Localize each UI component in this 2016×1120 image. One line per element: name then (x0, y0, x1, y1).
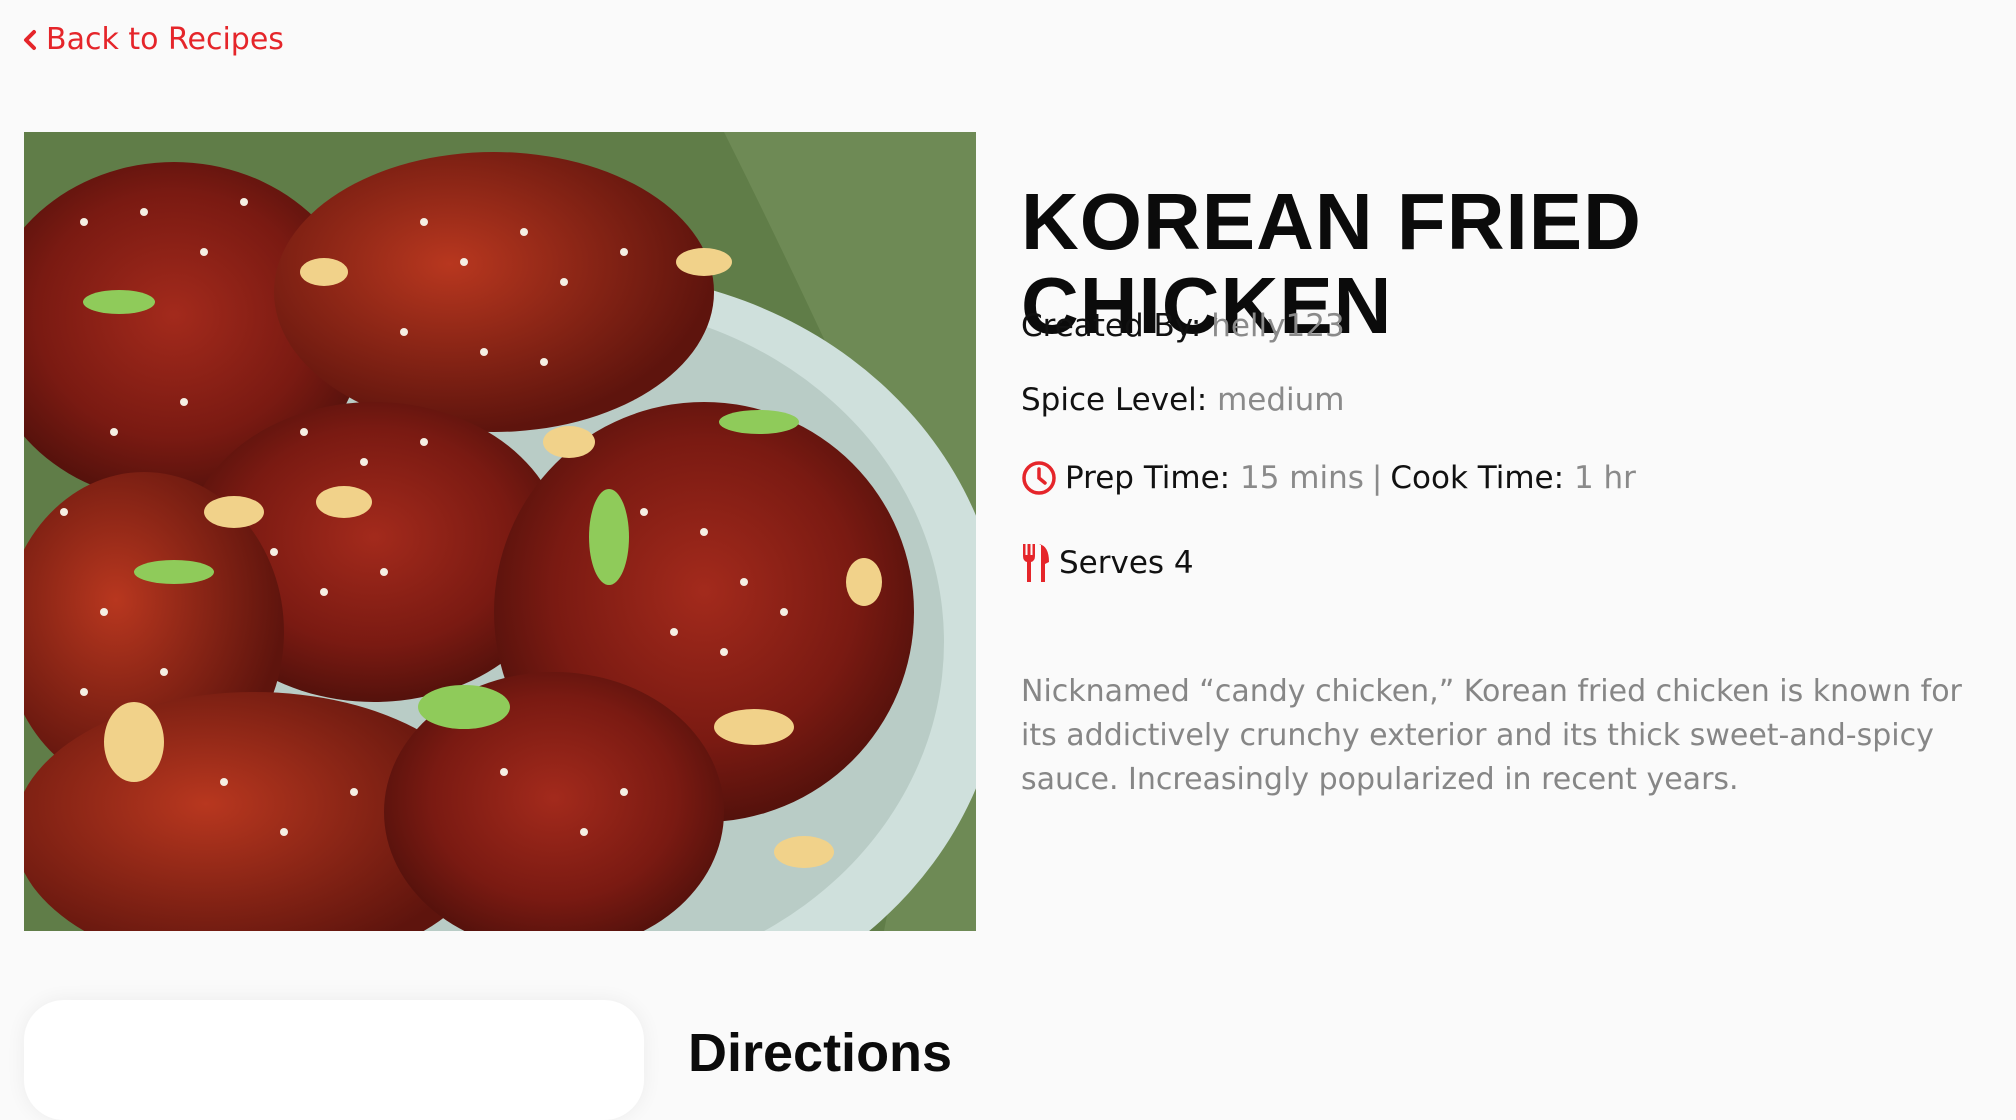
directions-heading: Directions (688, 1023, 953, 1083)
spice-level-label: Spice Level: (1021, 382, 1208, 418)
created-by-value: helly123 (1211, 308, 1345, 344)
clock-icon (1021, 460, 1057, 496)
ingredients-card (24, 1000, 644, 1120)
prep-time-value: 15 mins (1240, 460, 1364, 496)
serves-row: Serves 4 (1021, 544, 1194, 582)
cook-time-label: Cook Time: (1390, 460, 1565, 496)
time-separator: | (1371, 460, 1383, 496)
chevron-left-icon (24, 29, 36, 50)
serves-value: Serves 4 (1059, 545, 1194, 581)
created-by-row: Created By: helly123 (1021, 308, 1345, 344)
utensils-icon (1021, 544, 1051, 582)
spice-level-row: Spice Level: medium (1021, 382, 1344, 418)
recipe-info: KOREAN FRIED CHICKEN Created By: helly12… (1021, 180, 1981, 798)
back-to-recipes-link[interactable]: Back to Recipes (22, 22, 284, 57)
created-by-label: Created By: (1021, 308, 1202, 344)
recipe-image (24, 132, 976, 931)
spice-level-value: medium (1217, 382, 1345, 418)
prep-time-label: Prep Time: (1065, 460, 1231, 496)
cook-time-value: 1 hr (1573, 460, 1636, 496)
back-link-label: Back to Recipes (46, 22, 284, 57)
time-row: Prep Time: 15 mins | Cook Time: 1 hr (1021, 460, 1636, 496)
recipe-description: Nicknamed “candy chicken,” Korean fried … (1021, 674, 1962, 797)
